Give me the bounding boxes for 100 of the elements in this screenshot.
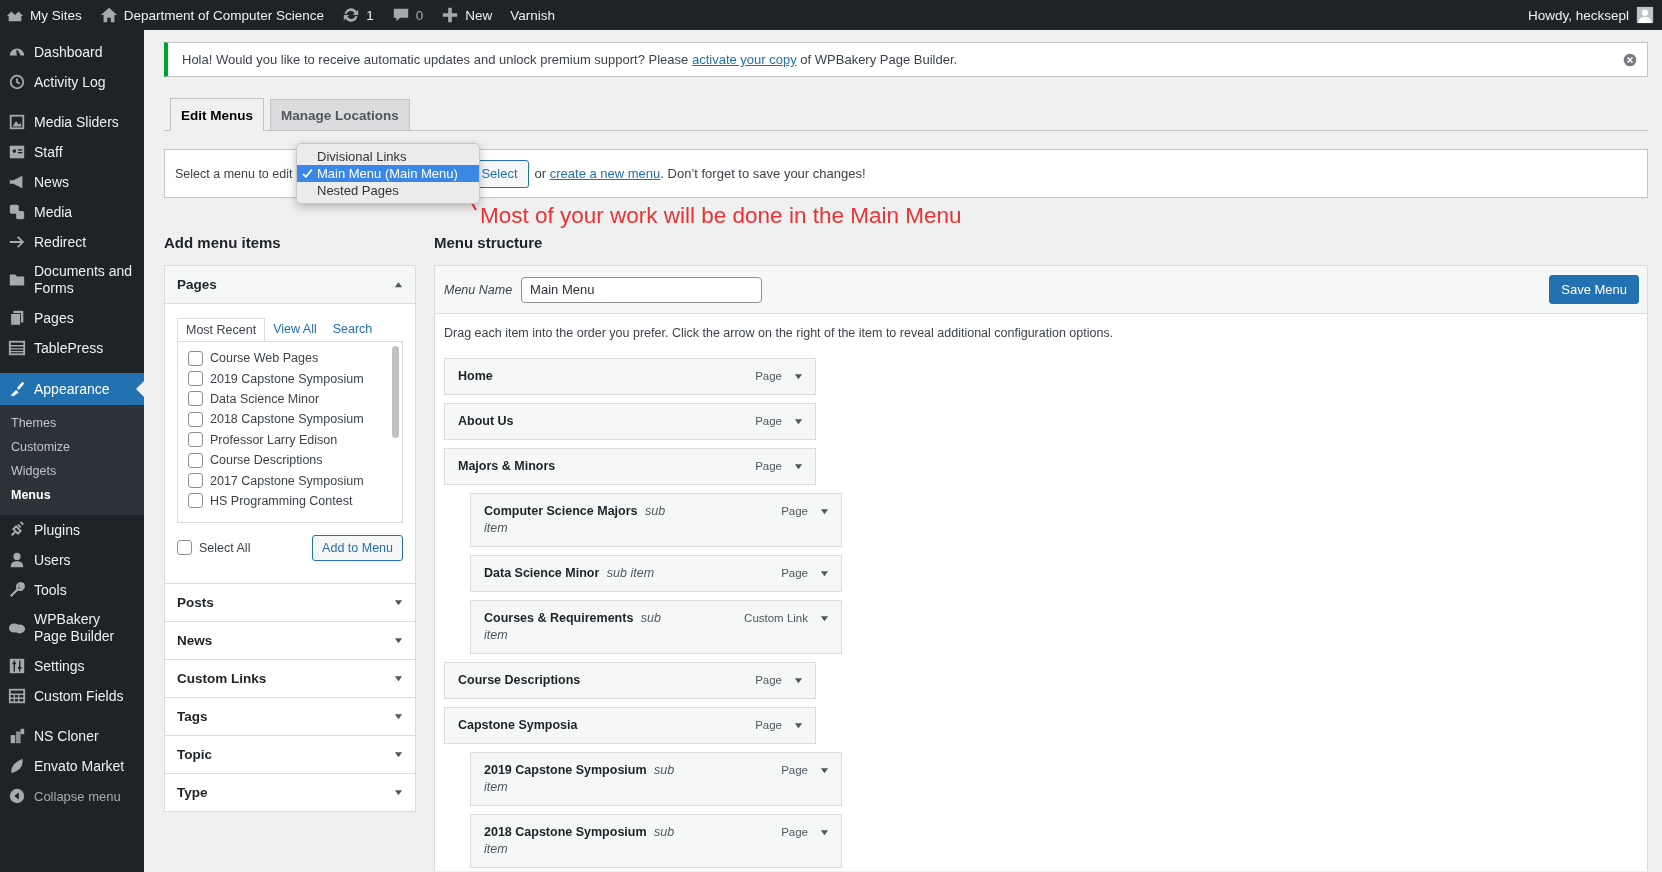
page-label[interactable]: Course Web Pages (210, 351, 319, 366)
sidebar-item[interactable]: Redirect (0, 227, 144, 257)
checkbox[interactable] (188, 493, 203, 509)
menu-item-title: Home (458, 368, 494, 385)
greeting-text[interactable]: Howdy, hecksepl (1527, 7, 1629, 23)
sidebar-item[interactable]: Appearance (0, 373, 144, 405)
panel-header[interactable]: Type (165, 773, 415, 811)
expand-arrow-icon[interactable] (820, 828, 829, 837)
page-label[interactable]: 2018 Capstone Symposium (210, 412, 364, 427)
add-to-menu-button[interactable]: Add to Menu (312, 535, 403, 561)
tab[interactable]: Manage Locations (270, 99, 410, 130)
toolbar-item[interactable]: New (441, 6, 493, 24)
page-label[interactable]: 2019 Capstone Symposium (210, 371, 364, 386)
sidebar-item[interactable]: Pages (0, 303, 144, 333)
sidebar-item[interactable]: Activity Log (0, 67, 144, 97)
activate-link[interactable]: activate your copy (691, 52, 797, 67)
checkbox[interactable] (188, 391, 203, 407)
checkbox[interactable] (188, 473, 203, 489)
panel-header[interactable]: Posts (165, 583, 415, 621)
sidebar-item[interactable]: TablePress (0, 333, 144, 363)
menu-item[interactable]: Computer Science Majors sub item Page (470, 493, 842, 547)
expand-arrow-icon[interactable] (820, 614, 829, 623)
checkbox[interactable] (188, 371, 203, 387)
expand-arrow-icon[interactable] (794, 462, 803, 471)
close-icon[interactable] (1623, 52, 1637, 67)
expand-arrow-icon[interactable] (820, 507, 829, 516)
save-menu-button[interactable]: Save Menu (1549, 275, 1639, 304)
submenu-item[interactable]: Themes (0, 411, 144, 435)
tab[interactable]: Search (324, 318, 381, 341)
item-type-text: Page (781, 763, 808, 778)
sidebar-item[interactable]: WPBakery Page Builder (0, 605, 144, 651)
checkbox[interactable] (188, 452, 203, 468)
submenu-item[interactable]: Menus (0, 483, 144, 507)
tab[interactable]: View All (265, 318, 325, 341)
sidebar-item[interactable]: Media Sliders (0, 107, 144, 137)
plug-icon (8, 521, 26, 539)
expand-arrow-icon[interactable] (794, 676, 803, 685)
menu-item[interactable]: 2018 Capstone Symposium sub item Page (470, 814, 842, 868)
checkbox[interactable] (177, 540, 192, 556)
menu-item[interactable]: Majors & Minors Page (444, 448, 816, 485)
sidebar-item[interactable]: Media (0, 197, 144, 227)
refresh-icon (342, 6, 361, 24)
page-label[interactable]: Data Science Minor (210, 391, 320, 406)
sidebar-item[interactable]: Plugins (0, 515, 144, 545)
toolbar-item[interactable]: Varnish (510, 7, 555, 23)
sidebar-item[interactable]: Envato Market (0, 751, 144, 781)
sidebar-item[interactable]: Tools (0, 575, 144, 605)
checkbox[interactable] (188, 432, 203, 448)
sidebar-item[interactable]: Staff (0, 137, 144, 167)
collapse-menu-button[interactable]: Collapse menu (0, 781, 144, 811)
panel-header[interactable]: News (165, 621, 415, 659)
toolbar-item[interactable]: 1 (342, 6, 374, 24)
menu-item[interactable]: Courses & Requirements sub item Custom Link (470, 600, 842, 654)
sidebar-item[interactable]: News (0, 167, 144, 197)
menu-item[interactable]: Capstone Symposia Page (444, 707, 816, 744)
expand-arrow-icon[interactable] (794, 417, 803, 426)
submenu-item[interactable]: Widgets (0, 459, 144, 483)
item-type-text: Page (755, 414, 782, 429)
select-all-label[interactable]: Select All (199, 541, 251, 555)
expand-arrow-icon[interactable] (794, 372, 803, 381)
menu-item[interactable]: About Us Page (444, 403, 816, 440)
menu-item[interactable]: Home Page (444, 358, 816, 395)
menu-item[interactable]: Course Descriptions Page (444, 662, 816, 699)
panel-header[interactable]: Pages (165, 266, 415, 304)
checkbox[interactable] (188, 350, 203, 366)
scrollbar-thumb[interactable] (392, 346, 399, 438)
sidebar-item[interactable]: Documents and Forms (0, 257, 144, 303)
item-type-text: Page (781, 566, 808, 581)
menu-item[interactable]: 2019 Capstone Symposium sub item Page (470, 752, 842, 806)
page-label[interactable]: HS Programming Contest (210, 493, 353, 508)
menu-item[interactable]: Data Science Minor sub item Page (470, 555, 842, 592)
item-type-text: Page (755, 718, 782, 733)
item-type-text: Page (781, 825, 808, 840)
checkbox[interactable] (188, 411, 203, 427)
sidebar-item[interactable]: Dashboard (0, 37, 144, 67)
tab[interactable]: Most Recent (177, 318, 266, 341)
panel-header[interactable]: Tags (165, 697, 415, 735)
panel-header[interactable]: Topic (165, 735, 415, 773)
sidebar-item[interactable]: Custom Fields (0, 681, 144, 711)
instructions-text: Drag each item into the order you prefer. Click the arrow on the right of the item to reveal additional configuration options. (443, 325, 1115, 342)
page-label[interactable]: 2017 Capstone Symposium (210, 473, 364, 488)
sidebar-item[interactable]: NS Cloner (0, 721, 144, 751)
sidebar-item[interactable]: Users (0, 545, 144, 575)
section-heading: Add menu items (164, 234, 282, 252)
menu-name-field[interactable]: Main Menu (521, 276, 763, 303)
toolbar-item[interactable]: My Sites (6, 6, 82, 24)
sliders-icon (8, 657, 26, 675)
notice-text: Hola! Would you like to receive automatic updates and unlock premium support? Please activate your copy of WPBakery Page Builder. (182, 52, 958, 67)
page-label[interactable]: Course Descriptions (210, 453, 323, 468)
expand-arrow-icon[interactable] (820, 569, 829, 578)
page-label[interactable]: Professor Larry Edison (210, 432, 338, 447)
dropdown-option[interactable]: Main Menu (Main Menu) (297, 165, 479, 182)
panel-header[interactable]: Custom Links (165, 659, 415, 697)
toolbar-item[interactable]: Department of Computer Science (99, 6, 325, 24)
toolbar-item[interactable]: 0 (391, 6, 424, 24)
expand-arrow-icon[interactable] (794, 721, 803, 730)
expand-arrow-icon[interactable] (820, 766, 829, 775)
sidebar-item[interactable]: Settings (0, 651, 144, 681)
tab[interactable]: Edit Menus (170, 98, 264, 131)
submenu-item[interactable]: Customize (0, 435, 144, 459)
